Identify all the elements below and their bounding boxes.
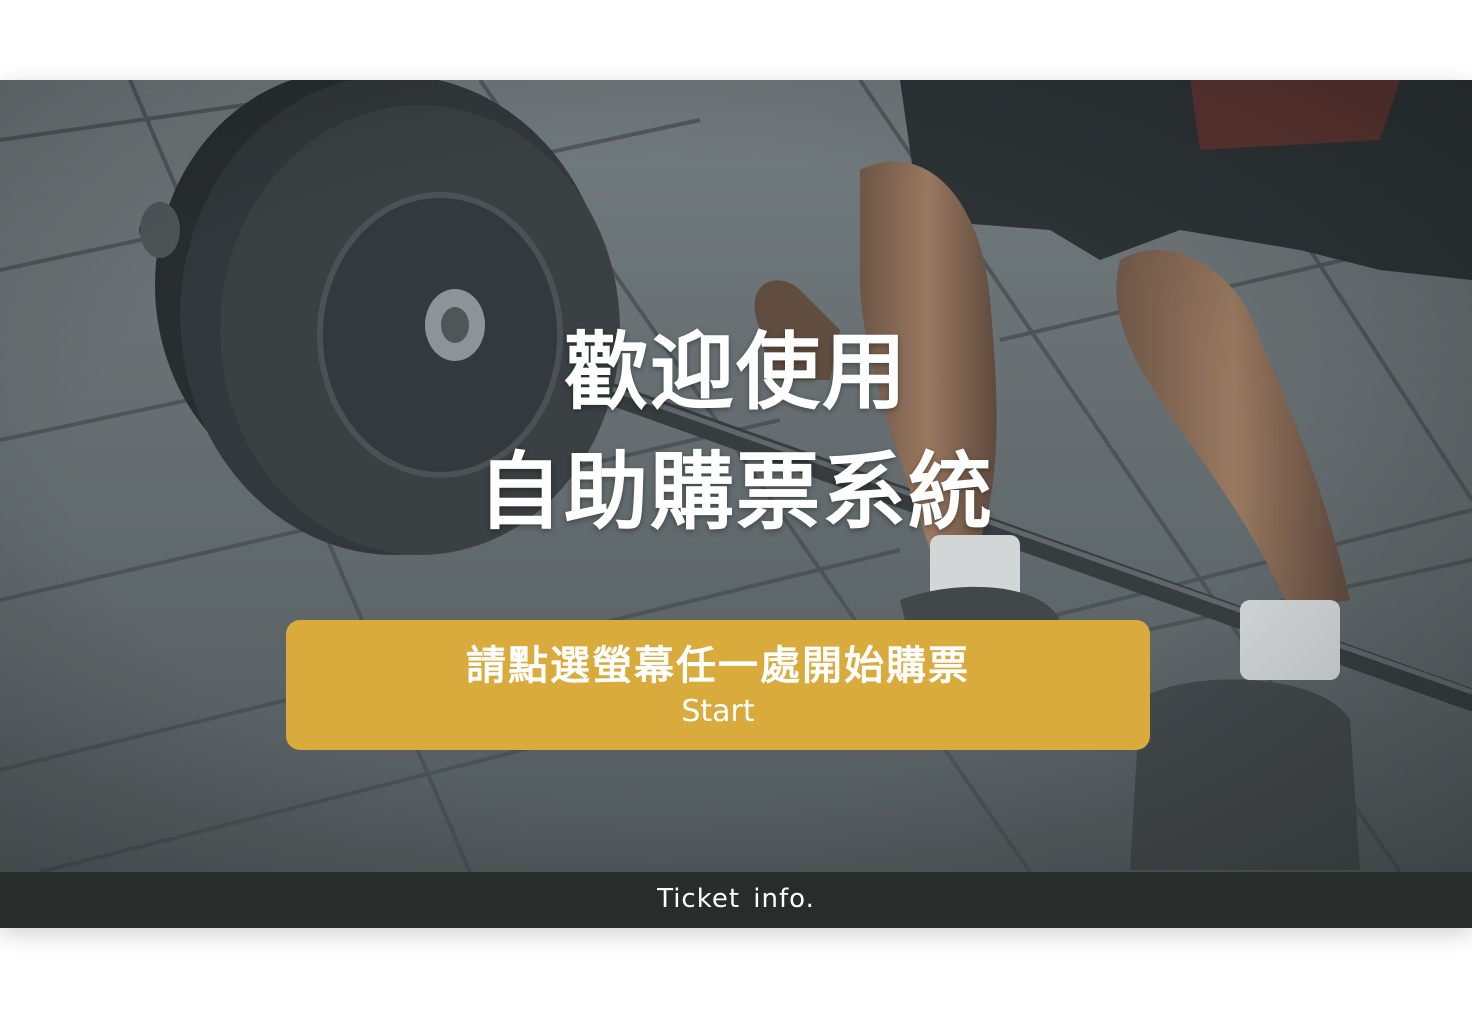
kiosk-screen[interactable]: 歡迎使用 自助購票系統 請點選螢幕任一處開始購票 Start Ticket in… <box>0 80 1472 928</box>
welcome-title-line2: 自助購票系統 <box>477 443 994 541</box>
start-button-label-zh: 請點選螢幕任一處開始購票 <box>466 643 970 689</box>
welcome-title-line1: 歡迎使用 <box>563 323 908 421</box>
start-button-label-en: Start <box>681 694 755 729</box>
start-button[interactable]: 請點選螢幕任一處開始購票 Start <box>286 620 1150 750</box>
hero-banner[interactable]: 歡迎使用 自助購票系統 請點選螢幕任一處開始購票 Start <box>0 80 1472 872</box>
ticket-info-link[interactable]: Ticket info. <box>657 882 815 916</box>
footer-bar: Ticket info. <box>0 872 1472 928</box>
